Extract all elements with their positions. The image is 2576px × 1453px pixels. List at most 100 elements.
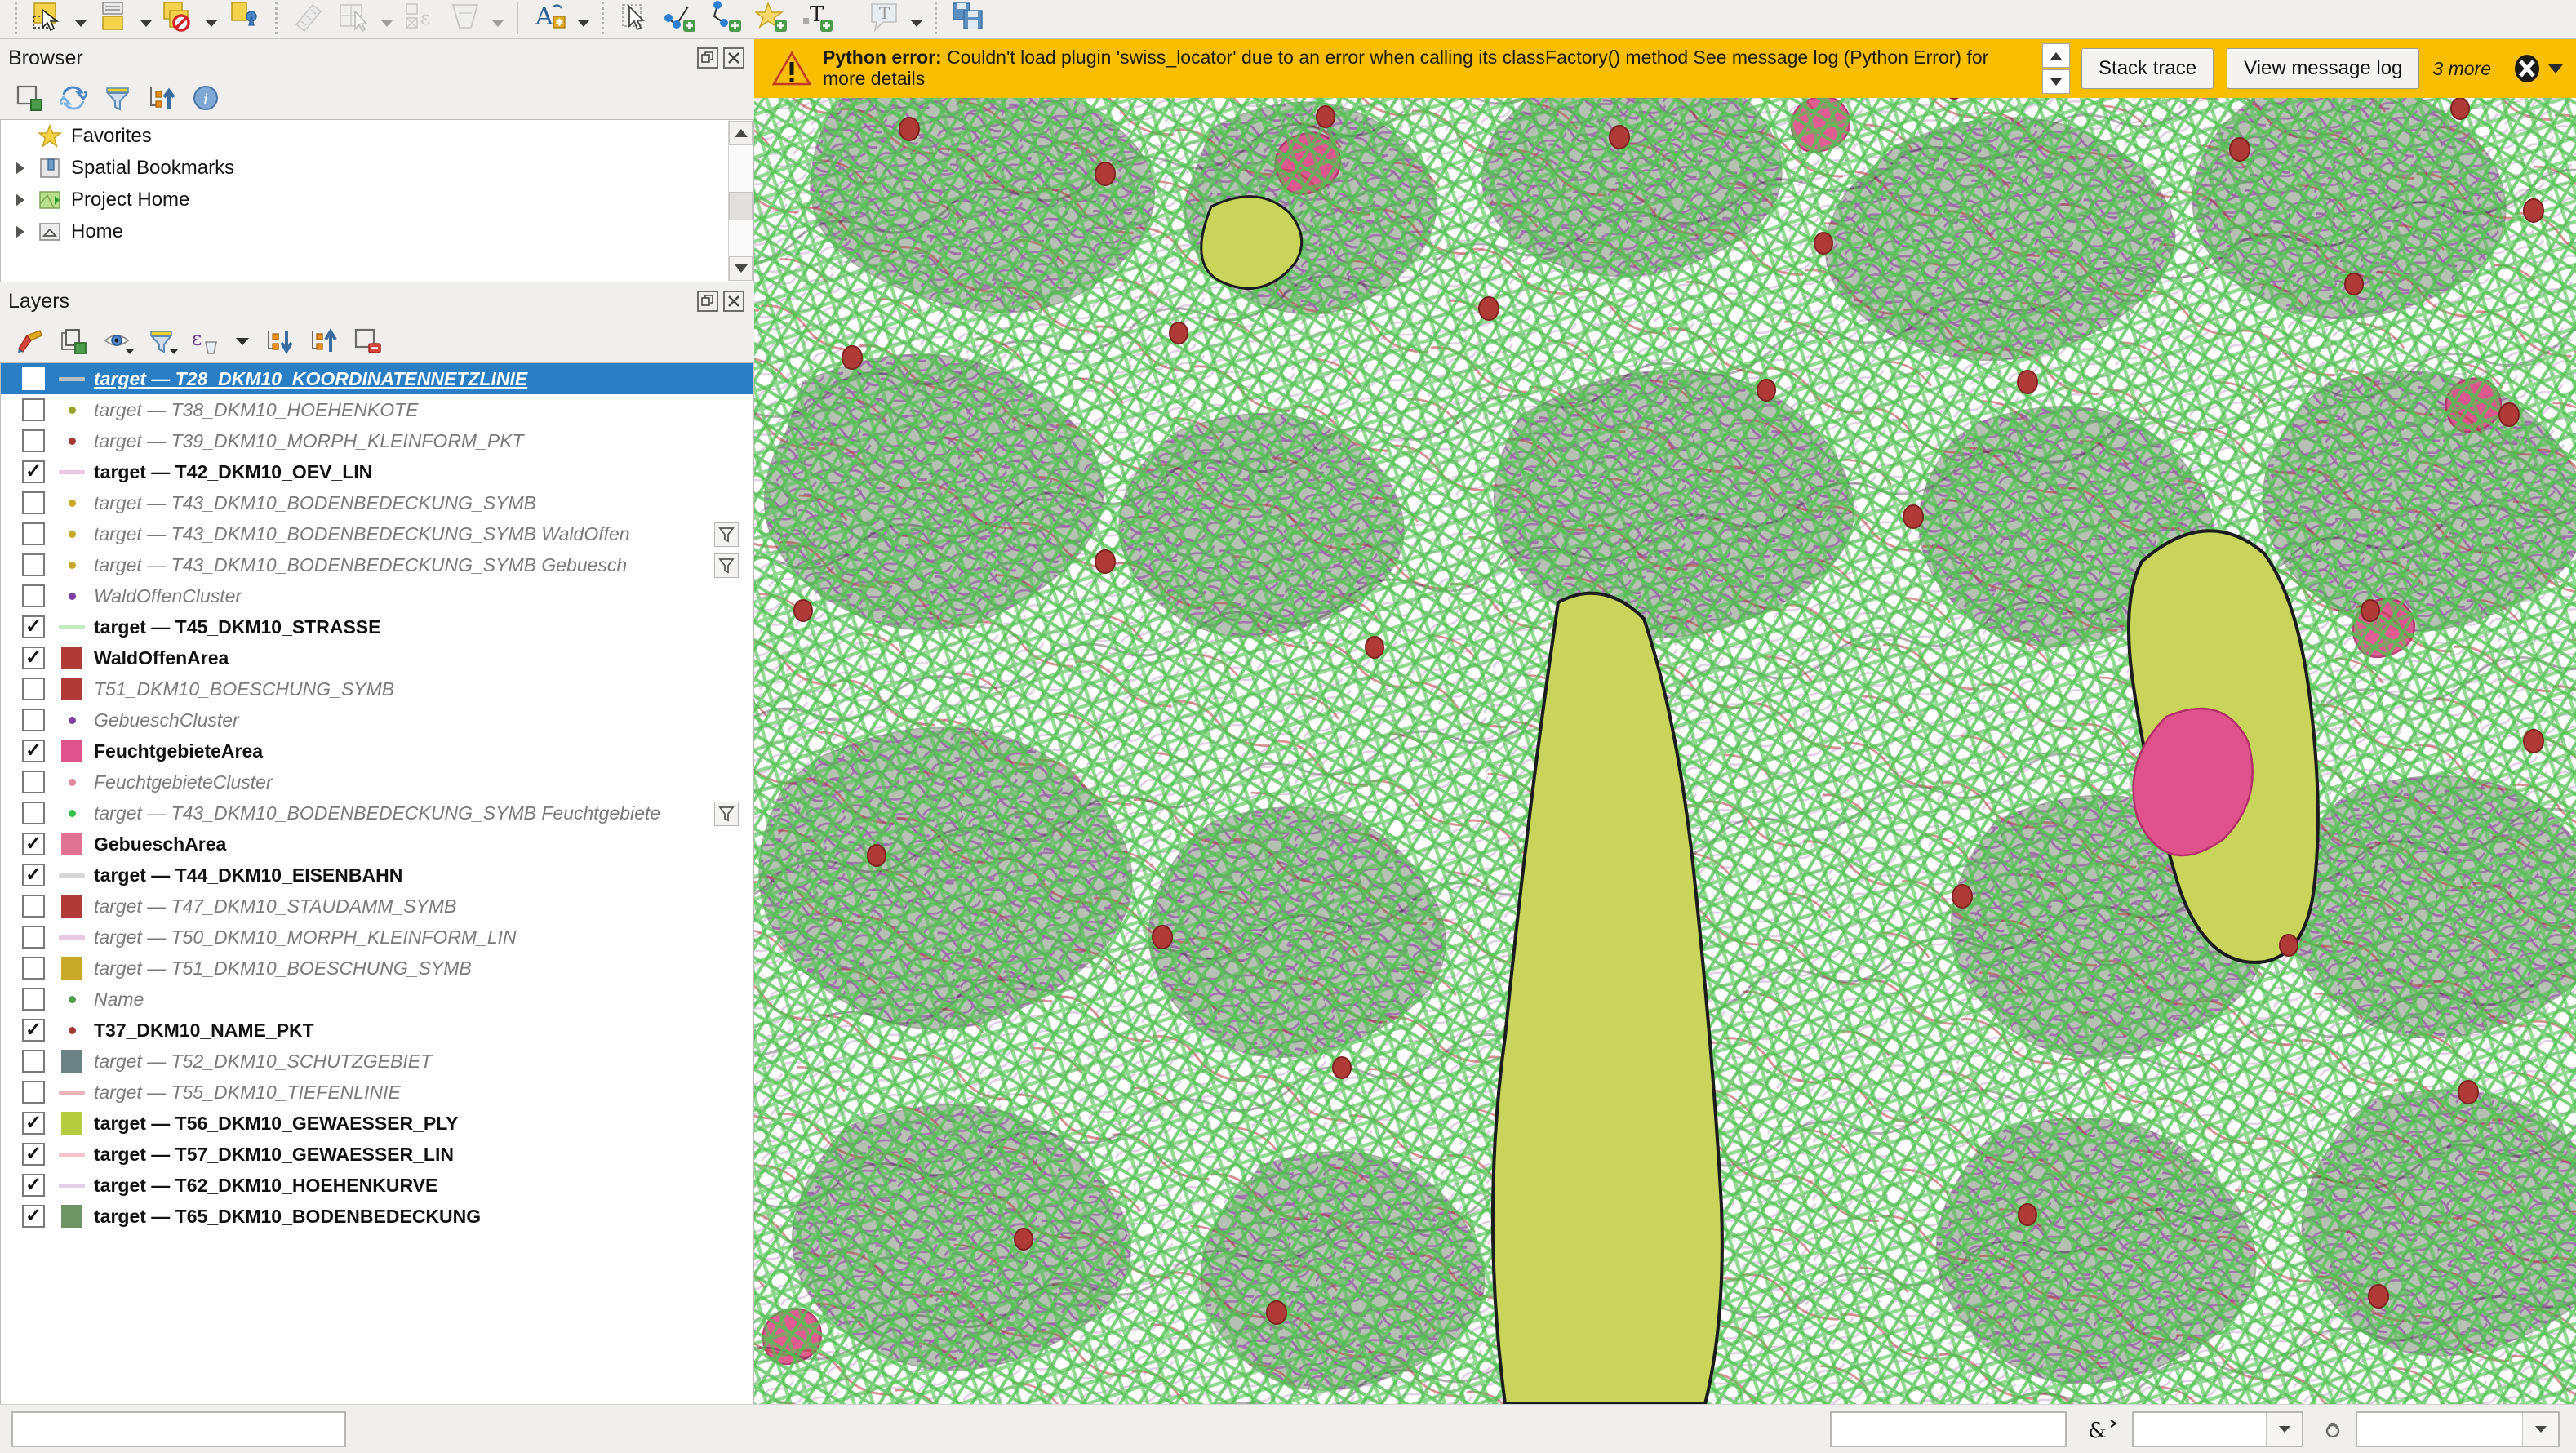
- layer-visibility-checkbox[interactable]: ✓: [22, 615, 45, 638]
- chevron-down-icon[interactable]: [2522, 1412, 2558, 1446]
- coordinate-field[interactable]: [1830, 1411, 2067, 1447]
- layer-row[interactable]: ✓ T37_DKM10_NAME_PKT: [1, 1015, 753, 1046]
- layer-visibility-checkbox[interactable]: ✓: [22, 678, 45, 700]
- layers-tree[interactable]: ✓ target — T28_DKM10_KOORDINATENNETZLINIE…: [0, 362, 754, 1453]
- chevron-down-icon[interactable]: [126, 349, 134, 354]
- layer-row[interactable]: ✓ target — T52_DKM10_SCHUTZGEBIET: [1, 1046, 753, 1077]
- layer-visibility-checkbox[interactable]: ✓: [22, 429, 45, 452]
- select-by-value-tool[interactable]: [156, 0, 202, 37]
- select-features-dropdown[interactable]: [71, 0, 91, 37]
- locator-search-field[interactable]: [11, 1411, 346, 1447]
- scroll-up-button[interactable]: [729, 121, 753, 145]
- layer-visibility-checkbox[interactable]: ✓: [22, 988, 45, 1011]
- add-polygon-feature-tool[interactable]: [749, 0, 795, 37]
- layer-visibility-checkbox[interactable]: ✓: [22, 647, 45, 669]
- select-by-location-tool[interactable]: [221, 0, 267, 37]
- close-browser-button[interactable]: [723, 47, 744, 69]
- paintbrush-icon[interactable]: [11, 325, 47, 358]
- layer-row[interactable]: ✓ target — T42_DKM10_OEV_LIN: [1, 456, 753, 487]
- scroll-down-button[interactable]: [729, 256, 753, 281]
- layer-visibility-checkbox[interactable]: ✓: [22, 1050, 45, 1073]
- add-label-tool[interactable]: T: [795, 0, 841, 37]
- map-canvas[interactable]: [754, 39, 2576, 1404]
- refresh-icon[interactable]: [56, 82, 91, 114]
- label-toolbar-dropdown[interactable]: [907, 0, 926, 37]
- layer-row[interactable]: ✓ target — T39_DKM10_MORPH_KLEINFORM_PKT: [1, 425, 753, 456]
- browser-item-home[interactable]: Home: [1, 216, 753, 247]
- layer-visibility-checkbox[interactable]: ✓: [22, 926, 45, 949]
- expand-toggle[interactable]: [7, 193, 32, 207]
- close-layers-button[interactable]: [723, 291, 744, 312]
- text-annotation-dropdown[interactable]: [574, 0, 593, 37]
- scroll-thumb[interactable]: [729, 192, 753, 221]
- expand-all-icon[interactable]: [261, 325, 297, 358]
- undock-layers-button[interactable]: [697, 291, 718, 312]
- layer-row[interactable]: ✓ FeuchtgebieteArea: [1, 735, 753, 766]
- layer-visibility-checkbox[interactable]: ✓: [22, 1205, 45, 1228]
- map-tips-dropdown[interactable]: [488, 0, 508, 37]
- add-group-icon[interactable]: [56, 325, 91, 358]
- select-by-value-dropdown[interactable]: [202, 0, 221, 37]
- layer-row[interactable]: ✓ target — T43_DKM10_BODENBEDECKUNG_SYMB: [1, 487, 753, 518]
- text-annotation-tool[interactable]: A ✱: [528, 0, 574, 37]
- save-layer-edits-tool[interactable]: [945, 0, 991, 37]
- magnifier-icon[interactable]: &: [2075, 1415, 2132, 1443]
- layer-visibility-checkbox[interactable]: ✓: [22, 709, 45, 731]
- map-tips-tool[interactable]: [442, 0, 488, 37]
- layer-filter-icon[interactable]: [714, 553, 739, 578]
- layer-row[interactable]: ✓ target — T62_DKM10_HOEHENKURVE: [1, 1170, 753, 1201]
- layer-visibility-checkbox[interactable]: ✓: [22, 895, 45, 918]
- layer-row[interactable]: ✓ target — T51_DKM10_BOESCHUNG_SYMB: [1, 953, 753, 984]
- layer-visibility-checkbox[interactable]: ✓: [22, 398, 45, 421]
- toolbar-handle[interactable]: [15, 2, 17, 34]
- remove-layer-icon[interactable]: [349, 325, 385, 358]
- edit-vertex-tool[interactable]: [658, 0, 704, 37]
- toolbar-handle-4[interactable]: [935, 2, 937, 34]
- layer-visibility-checkbox[interactable]: ✓: [22, 1081, 45, 1104]
- toolbar-handle-3[interactable]: [602, 2, 604, 34]
- measure-area-tool[interactable]: [331, 0, 377, 37]
- expand-toggle[interactable]: [7, 224, 32, 238]
- layer-visibility-checkbox[interactable]: ✓: [22, 802, 45, 824]
- filter-legend-icon[interactable]: [144, 325, 180, 358]
- browser-tree[interactable]: Favorites Spatial Bookmarks Project Home: [0, 119, 754, 282]
- statistical-summary-tool[interactable]: ε: [397, 0, 442, 37]
- scale-value[interactable]: [2134, 1413, 2266, 1446]
- layer-visibility-checkbox[interactable]: ✓: [22, 460, 45, 483]
- browser-item-project-home[interactable]: Project Home: [1, 184, 753, 216]
- layer-row[interactable]: ✓ target — T44_DKM10_EISENBAHN: [1, 860, 753, 891]
- layer-visibility-checkbox[interactable]: ✓: [22, 864, 45, 886]
- browser-item-spatial-bookmarks[interactable]: Spatial Bookmarks: [1, 152, 753, 184]
- more-messages-label[interactable]: 3 more: [2432, 58, 2491, 80]
- browser-item-favorites[interactable]: Favorites: [1, 120, 753, 152]
- map-canvas-area[interactable]: [754, 39, 2576, 1404]
- layer-row[interactable]: ✓ target — T38_DKM10_HOEHENKOTE: [1, 394, 753, 425]
- layer-row[interactable]: ✓ T51_DKM10_BOESCHUNG_SYMB: [1, 673, 753, 704]
- layer-filter-icon[interactable]: [714, 522, 739, 547]
- layer-filter-icon[interactable]: [714, 802, 739, 826]
- expand-toggle[interactable]: [7, 161, 32, 175]
- message-next-button[interactable]: [2042, 69, 2071, 94]
- rotation-value[interactable]: [2357, 1413, 2522, 1446]
- layer-visibility-checkbox[interactable]: ✓: [22, 522, 45, 545]
- add-line-feature-tool[interactable]: [704, 0, 749, 37]
- measure-line-tool[interactable]: [286, 0, 331, 37]
- message-prev-button[interactable]: [2042, 43, 2071, 68]
- chevron-down-icon[interactable]: [170, 349, 178, 354]
- deselect-dropdown[interactable]: [136, 0, 156, 37]
- message-options-dropdown[interactable]: [2545, 64, 2566, 73]
- label-toolbar-tool[interactable]: T: [861, 0, 907, 37]
- layer-row[interactable]: ✓ FeuchtgebieteCluster: [1, 766, 753, 798]
- scroll-track[interactable]: [729, 145, 753, 256]
- layer-row[interactable]: ✓ target — T45_DKM10_STRASSE: [1, 611, 753, 642]
- layer-row[interactable]: ✓ GebueschArea: [1, 829, 753, 860]
- layer-row[interactable]: ✓ target — T43_DKM10_BODENBEDECKUNG_SYMB …: [1, 798, 753, 829]
- eye-icon[interactable]: [100, 325, 135, 358]
- layer-visibility-checkbox[interactable]: ✓: [22, 1019, 45, 1042]
- layer-row[interactable]: ✓ target — T50_DKM10_MORPH_KLEINFORM_LIN: [1, 922, 753, 953]
- collapse-all-icon[interactable]: [305, 325, 341, 358]
- rotation-combo[interactable]: [2356, 1411, 2560, 1447]
- filter-expression-dropdown[interactable]: [232, 325, 253, 358]
- add-layer-icon[interactable]: [11, 82, 47, 114]
- scale-combo[interactable]: [2132, 1411, 2303, 1447]
